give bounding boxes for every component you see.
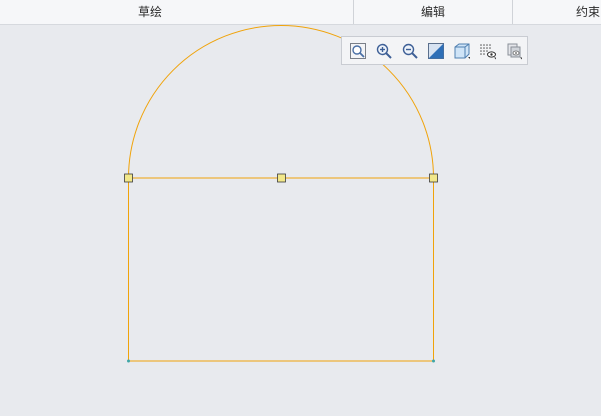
sketch-display-icon bbox=[480, 43, 496, 59]
sketch-display-button[interactable] bbox=[477, 40, 499, 62]
sketch-canvas[interactable] bbox=[0, 25, 601, 416]
display-style-icon bbox=[454, 43, 470, 59]
display-style-button[interactable] bbox=[451, 40, 473, 62]
orientation-icon bbox=[507, 43, 522, 59]
sketch-vertex-bottom-right[interactable] bbox=[432, 359, 435, 363]
sketch-endpoint-left[interactable] bbox=[124, 173, 133, 183]
sketch-endpoint-right[interactable] bbox=[429, 173, 438, 183]
ribbon-tab-bar: 草绘 编辑 约束 bbox=[0, 0, 601, 25]
zoom-fit-button[interactable] bbox=[347, 40, 369, 62]
zoom-in-icon bbox=[376, 43, 392, 59]
orientation-button[interactable] bbox=[503, 40, 525, 62]
zoom-fit-icon bbox=[350, 42, 366, 59]
tab-edit[interactable]: 编辑 bbox=[354, 0, 512, 25]
zoom-out-button[interactable] bbox=[399, 40, 421, 62]
sketch-endpoint-center[interactable] bbox=[277, 173, 286, 183]
repaint-icon bbox=[428, 42, 444, 59]
zoom-in-button[interactable] bbox=[373, 40, 395, 62]
tab-sketch[interactable]: 草绘 bbox=[0, 0, 300, 25]
tab-constrain[interactable]: 约束 bbox=[513, 0, 601, 25]
sketch-vertex-bottom-left[interactable] bbox=[127, 359, 130, 363]
graphics-toolbar bbox=[341, 36, 528, 65]
repaint-button[interactable] bbox=[425, 40, 447, 62]
zoom-out-icon bbox=[402, 43, 418, 59]
